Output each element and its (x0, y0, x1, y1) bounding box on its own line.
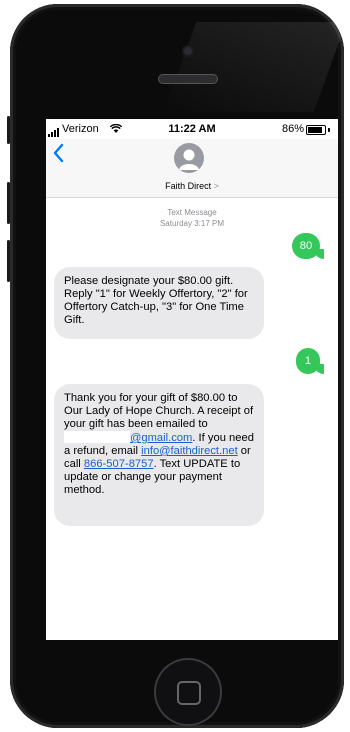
mute-switch (7, 116, 10, 144)
message-text: Thank you for your gift of $80.00 to Our… (64, 392, 254, 430)
message-type-label: Text Message (167, 208, 217, 217)
person-icon (179, 149, 199, 170)
bubble-tail (314, 364, 324, 374)
redacted-email-user (64, 431, 130, 443)
received-bubble[interactable]: Thank you for your gift of $80.00 to Our… (54, 384, 264, 526)
email-link[interactable]: @gmail.com (130, 432, 192, 444)
status-bar: Verizon 11:22 AM 86% (46, 119, 338, 139)
chevron-right-icon: > (213, 181, 219, 191)
bubble-tail (314, 249, 324, 259)
message-meta: Text Message Saturday 3:17 PM (46, 207, 338, 229)
battery-icon (306, 125, 326, 135)
chevron-left-icon[interactable] (52, 143, 64, 163)
contact-name-row[interactable]: Faith Direct > (46, 181, 338, 191)
phone-glare (163, 22, 347, 112)
message-text: Please designate your $80.00 gift. Reply… (64, 275, 248, 326)
screen: Verizon 11:22 AM 86% Faith Direct > Text… (46, 119, 338, 640)
phone-link[interactable]: 866-507-8757 (84, 458, 154, 470)
home-square-icon (177, 681, 201, 705)
conversation-header: Faith Direct > (46, 139, 338, 198)
contact-name: Faith Direct (165, 181, 212, 191)
earpiece-speaker (158, 74, 218, 84)
battery-tip (328, 128, 330, 132)
received-bubble[interactable]: Please designate your $80.00 gift. Reply… (54, 267, 264, 339)
contact-avatar[interactable] (174, 143, 204, 173)
support-email-link[interactable]: info@faithdirect.net (141, 445, 238, 457)
message-text: 80 (299, 240, 313, 252)
home-button[interactable] (156, 660, 220, 724)
phone-frame: Verizon 11:22 AM 86% Faith Direct > Text… (7, 4, 347, 728)
message-timestamp: Saturday 3:17 PM (159, 219, 225, 228)
battery-percent: 86% (281, 123, 304, 135)
front-camera (184, 47, 192, 55)
message-text: 1 (304, 355, 312, 367)
volume-down-button (7, 240, 10, 282)
volume-up-button (7, 182, 10, 224)
battery-level-fill (308, 127, 322, 133)
